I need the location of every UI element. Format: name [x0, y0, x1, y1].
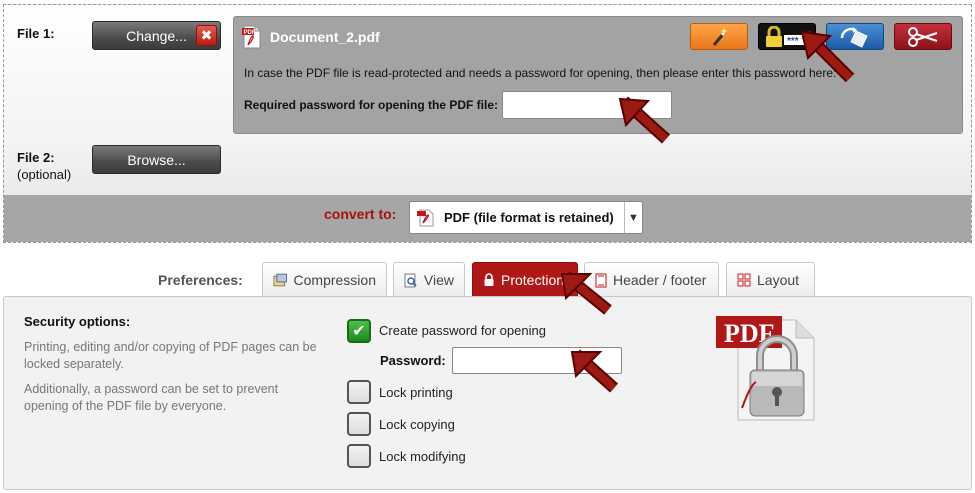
file1-label: File 1: — [17, 26, 55, 41]
security-options-title: Security options: — [24, 314, 131, 329]
create-password-label: Create password for opening — [379, 323, 546, 338]
lock-icon — [484, 273, 494, 286]
security-text-1: Printing, editing and/or copying of PDF … — [24, 340, 317, 371]
tab-layout[interactable]: Layout — [726, 262, 815, 297]
file2-optional-label: (optional) — [17, 167, 72, 182]
lock-printing-label: Lock printing — [379, 385, 453, 400]
chevron-down-icon[interactable]: ▼ — [624, 202, 642, 233]
convert-to-label: convert to: — [324, 206, 397, 222]
lock-modifying-checkbox[interactable] — [347, 444, 371, 468]
pdf-lock-icon: PDF — [716, 316, 815, 421]
file2-label: File 2: — [17, 150, 55, 165]
tab-compression-label: Compression — [293, 272, 376, 288]
lock-icon: *** — [766, 25, 809, 47]
lock-printing-checkbox[interactable] — [347, 380, 371, 404]
lock-copying-checkbox[interactable] — [347, 412, 371, 436]
tab-layout-label: Layout — [757, 272, 800, 288]
lock-modifying-label: Lock modifying — [379, 449, 466, 464]
pdf-format-icon — [417, 209, 435, 230]
rotate-icon — [840, 26, 868, 48]
required-password-label: Required password for opening the PDF fi… — [244, 98, 499, 112]
new-password-input[interactable] — [452, 347, 622, 374]
cut-button[interactable] — [894, 23, 952, 50]
format-select[interactable]: PDF (file format is retained) ▼ — [409, 201, 643, 234]
panel-description: In case the PDF file is read-protected a… — [244, 66, 837, 80]
password-lock-button[interactable]: *** — [758, 23, 816, 50]
preferences-label: Preferences: — [158, 272, 243, 288]
header-footer-icon — [595, 273, 607, 287]
compression-icon — [273, 273, 288, 286]
layout-icon — [737, 273, 751, 287]
tab-protection-label: Protection — [501, 272, 565, 288]
tab-view-label: View — [423, 272, 454, 288]
format-selected-value: PDF (file format is retained) — [444, 210, 614, 225]
view-icon — [404, 273, 417, 287]
pdf-file-icon: PDF — [242, 25, 262, 52]
scissors-icon — [908, 26, 938, 47]
password-label: Password: — [380, 353, 446, 368]
protection-options-panel: Security options: Printing, editing and/… — [3, 296, 972, 490]
magic-wand-button[interactable] — [690, 23, 748, 50]
svg-text:***: *** — [787, 36, 799, 47]
lock-copying-label: Lock copying — [379, 417, 455, 432]
tab-view[interactable]: View — [393, 262, 465, 297]
magic-wand-icon — [712, 27, 727, 46]
svg-text:PDF: PDF — [244, 30, 256, 36]
tab-compression[interactable]: Compression — [262, 262, 387, 297]
rotate-button[interactable] — [826, 23, 884, 50]
open-password-input[interactable] — [502, 91, 672, 119]
tab-header-footer-label: Header / footer — [613, 272, 707, 288]
security-text-2: Additionally, a password can be set to p… — [24, 382, 279, 413]
browse-button[interactable]: Browse... — [92, 145, 221, 174]
tab-protection[interactable]: Protection — [472, 262, 578, 297]
tab-header-footer[interactable]: Header / footer — [584, 262, 719, 297]
document-name: Document_2.pdf — [270, 29, 380, 45]
create-password-checkbox[interactable]: ✔ — [347, 319, 371, 343]
remove-file-button[interactable]: ✖ — [196, 25, 217, 46]
pdf-file-panel: PDF Document_2.pdf *** In case the PDF f… — [233, 16, 963, 134]
